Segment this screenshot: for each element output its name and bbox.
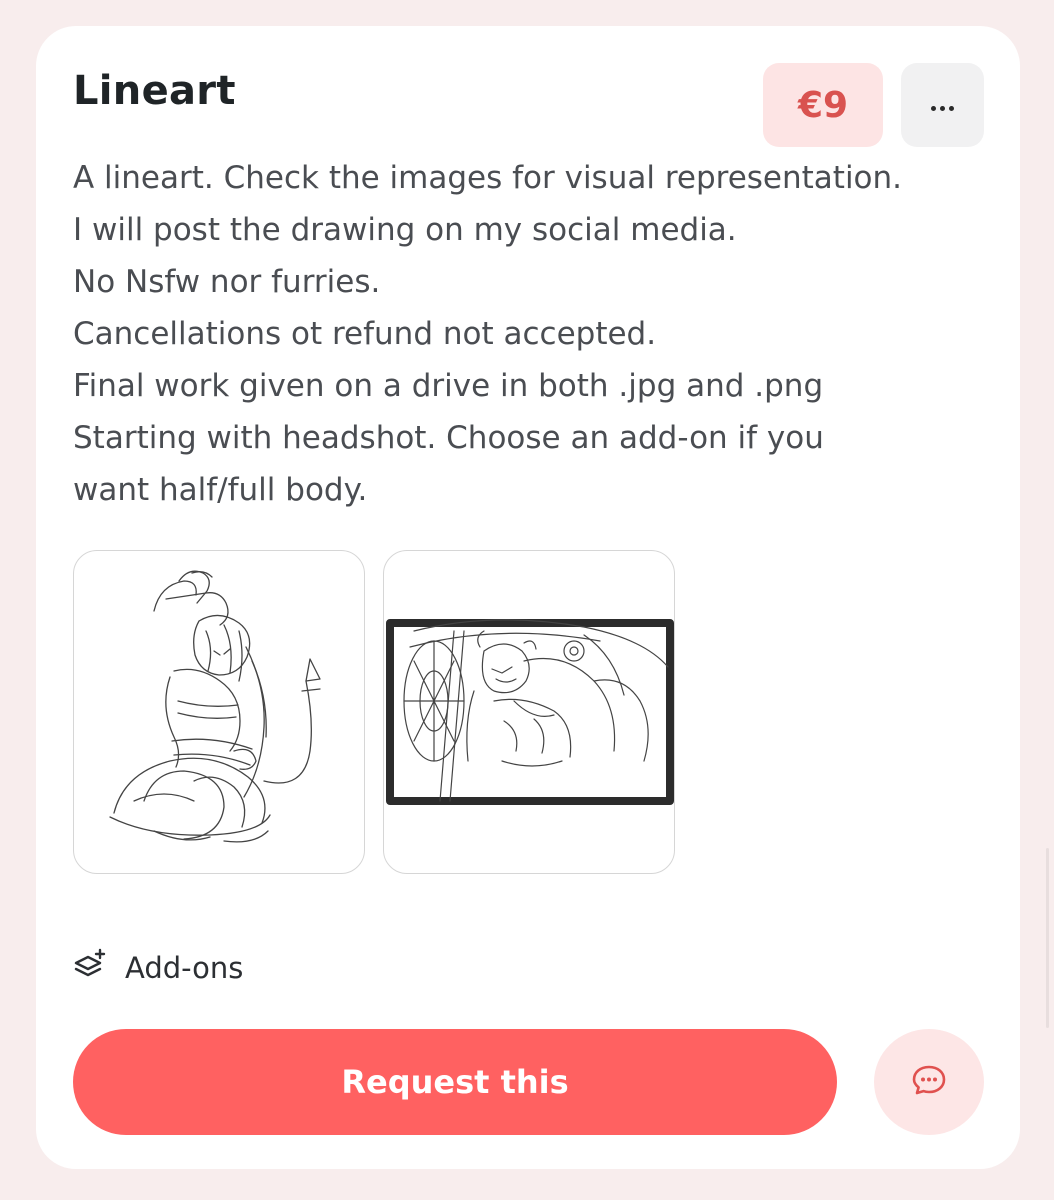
more-dots-icon — [929, 96, 956, 115]
description-line: want half/full body. — [73, 472, 368, 508]
description-line: A lineart. Check the images for visual r… — [73, 160, 903, 196]
description-line: Final work given on a drive in both .jpg… — [73, 368, 824, 404]
commission-card: Lineart €9 A lineart. Check the images f… — [36, 26, 1020, 1169]
description-line: Starting with headshot. Choose an add-on… — [73, 420, 824, 456]
scrollbar[interactable] — [1046, 848, 1049, 1028]
example-image-2[interactable] — [383, 550, 675, 874]
more-options-button[interactable] — [901, 63, 984, 147]
description-line: No Nsfw nor furries. — [73, 264, 381, 300]
message-button[interactable] — [874, 1029, 984, 1135]
price-badge: €9 — [763, 63, 883, 147]
chat-bubble-icon — [909, 1060, 949, 1104]
example-image-1[interactable] — [73, 550, 365, 874]
description-line: Cancellations ot refund not accepted. — [73, 316, 657, 352]
addons-section[interactable]: Add-ons — [73, 947, 243, 988]
request-button[interactable]: Request this — [73, 1029, 837, 1135]
description-line: I will post the drawing on my social med… — [73, 212, 737, 248]
description: A lineart. Check the images for visual r… — [73, 152, 993, 516]
layers-plus-icon — [73, 947, 107, 988]
addons-label: Add-ons — [125, 950, 244, 985]
card-title: Lineart — [73, 68, 236, 114]
